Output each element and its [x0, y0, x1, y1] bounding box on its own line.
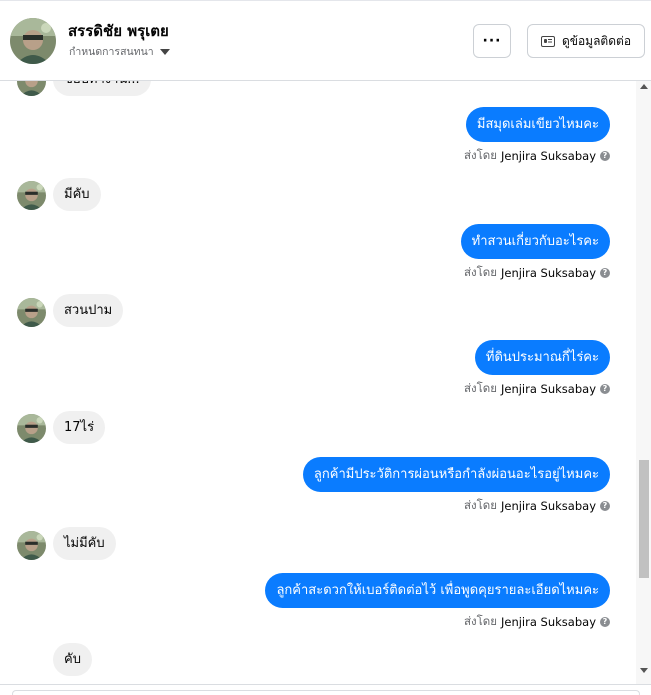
message-composer[interactable] [12, 690, 640, 695]
sent-by-line: ส่งโดย Jenjira Suksabay ? [464, 264, 610, 282]
message-outgoing: ที่ดินประมาณกี่ไร่คะ [474, 340, 610, 375]
avatar [17, 181, 46, 210]
message-list[interactable]: ชอบทางาน... มีสมุดเล่มเขียวไหมคะ ส่งโดย … [0, 81, 636, 684]
agent-name[interactable]: Jenjira Suksabay [501, 499, 596, 513]
help-icon[interactable]: ? [600, 151, 610, 161]
scrollbar-thumb[interactable] [639, 460, 649, 578]
sent-by-line: ส่งโดย Jenjira Suksabay ? [464, 380, 610, 398]
avatar [17, 414, 46, 443]
avatar [17, 81, 46, 96]
message-incoming: มีคับ [53, 178, 101, 211]
more-icon: ··· [482, 33, 502, 49]
help-icon[interactable]: ? [600, 384, 610, 394]
conversation-status-dropdown[interactable]: กำหนดการสนทนา [69, 43, 170, 60]
scroll-down-arrow-icon[interactable] [640, 668, 648, 673]
help-icon[interactable]: ? [600, 617, 610, 627]
conversation-status-label: กำหนดการสนทนา [69, 46, 154, 58]
sent-by-line: ส่งโดย Jenjira Suksabay ? [464, 497, 610, 515]
avatar[interactable] [10, 18, 56, 64]
agent-name[interactable]: Jenjira Suksabay [501, 382, 596, 396]
sent-by-prefix: ส่งโดย [463, 614, 497, 628]
view-contact-button[interactable]: ดูข้อมูลติดต่อ [527, 24, 645, 58]
conversation-header: สรรดิชัย พรุเตย กำหนดการสนทนา ··· ดูข้อม… [0, 0, 651, 81]
agent-name[interactable]: Jenjira Suksabay [501, 266, 596, 280]
message-outgoing: ลูกค้าสะดวกให้เบอร์ติดต่อไว้ เพื่อพูดคุย… [265, 573, 610, 608]
message-outgoing: มีสมุดเล่มเขียวไหมคะ [465, 107, 610, 142]
sent-by-prefix: ส่งโดย [463, 381, 497, 395]
sent-by-prefix: ส่งโดย [463, 148, 497, 162]
contact-name[interactable]: สรรดิชัย พรุเตย [68, 19, 169, 43]
agent-name[interactable]: Jenjira Suksabay [501, 615, 596, 629]
message-outgoing: ทำสวนเกี่ยวกับอะไรคะ [460, 224, 610, 259]
avatar [17, 531, 46, 560]
scrollbar[interactable] [636, 81, 651, 684]
message-incoming: 17ไร่ [53, 411, 106, 444]
message-incoming: ชอบทางาน... [53, 81, 151, 96]
scroll-up-arrow-icon[interactable] [640, 84, 648, 89]
message-outgoing: ลูกค้ามีประวัติการผ่อนหรือกำลังผ่อนอะไรอ… [302, 457, 610, 492]
help-icon[interactable]: ? [600, 501, 610, 511]
more-options-button[interactable]: ··· [473, 24, 511, 58]
message-incoming: ไม่มีคับ [53, 527, 116, 560]
sent-by-prefix: ส่งโดย [463, 265, 497, 279]
agent-name[interactable]: Jenjira Suksabay [501, 149, 596, 163]
sent-by-line: ส่งโดย Jenjira Suksabay ? [464, 613, 610, 631]
avatar [17, 298, 46, 327]
message-incoming: คับ [53, 643, 92, 676]
view-contact-label: ดูข้อมูลติดต่อ [561, 33, 632, 48]
help-icon[interactable]: ? [600, 268, 610, 278]
contact-card-icon [540, 35, 555, 47]
sent-by-line: ส่งโดย Jenjira Suksabay ? [464, 147, 610, 165]
caret-down-icon [159, 49, 170, 55]
sent-by-prefix: ส่งโดย [463, 498, 497, 512]
message-incoming: สวนปาม [53, 294, 124, 327]
